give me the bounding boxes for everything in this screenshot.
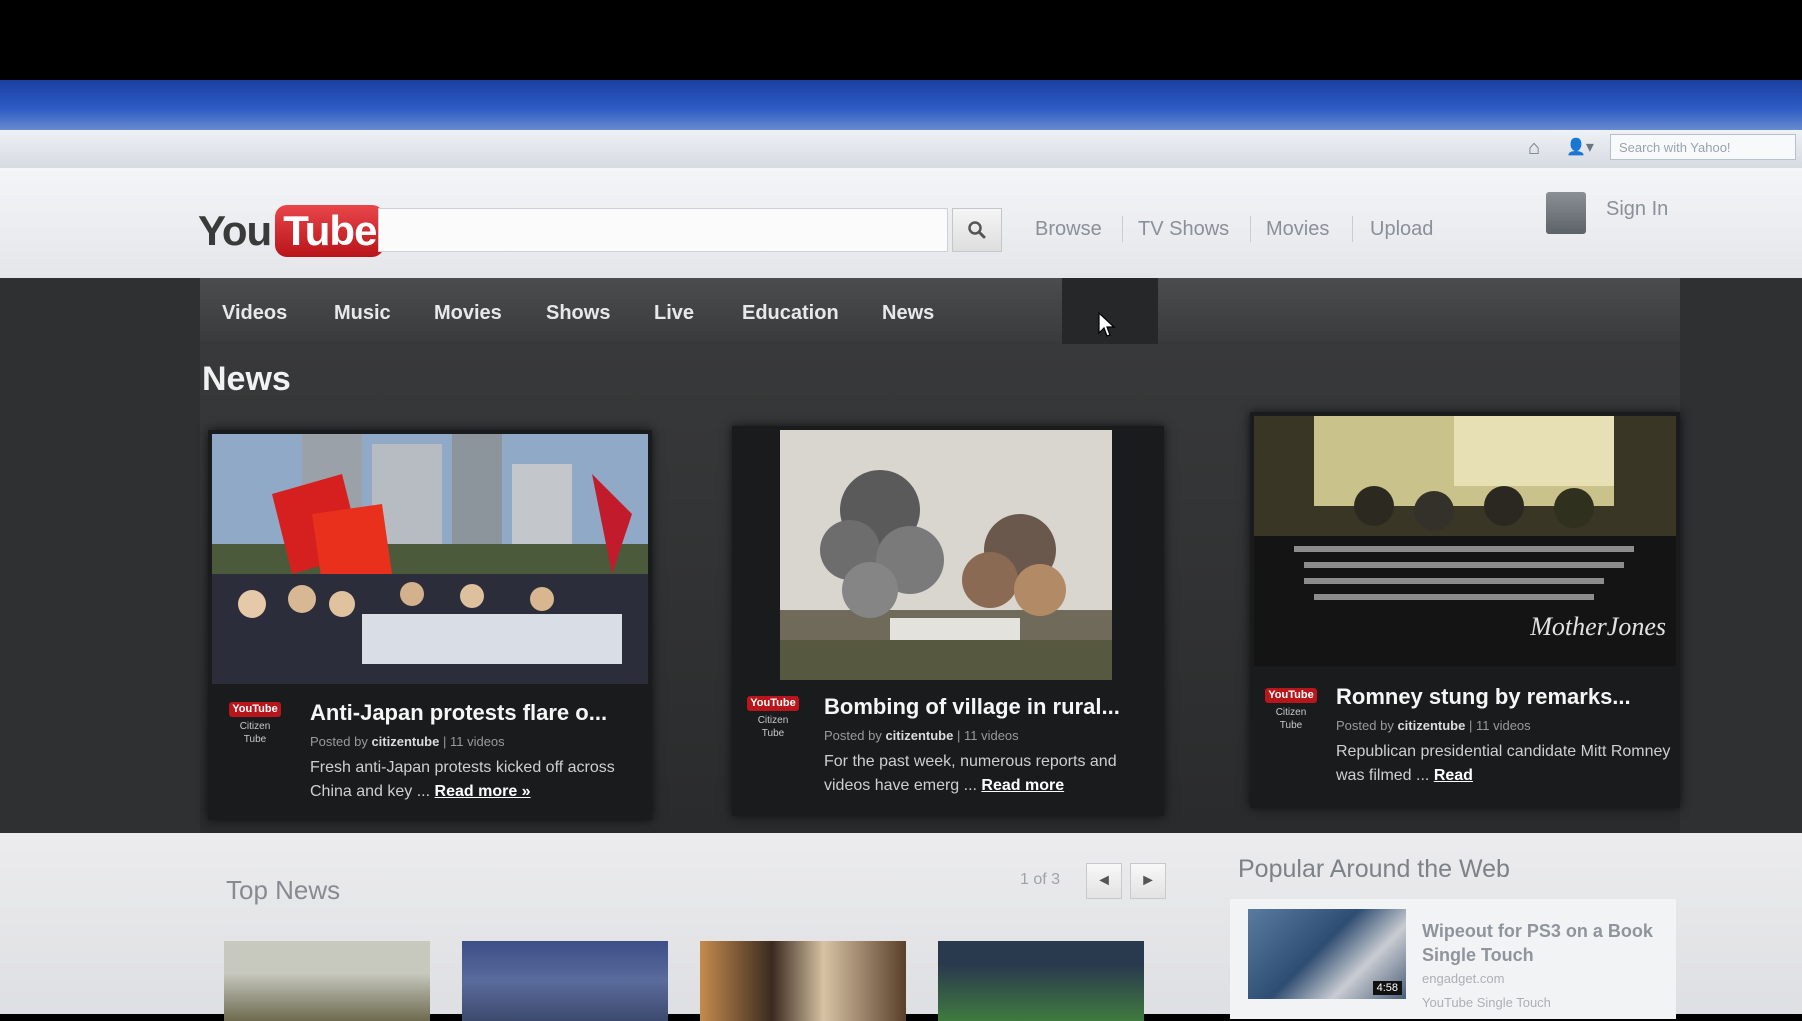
video-thumbnail[interactable]: 4:58 (1248, 909, 1406, 999)
tab-live[interactable]: Live (654, 302, 694, 325)
tab-movies[interactable]: Movies (434, 302, 502, 325)
tab-news[interactable]: News (882, 302, 934, 325)
video-thumbnail[interactable] (938, 941, 1144, 1021)
tab-education[interactable]: Education (742, 302, 839, 325)
screen-bezel-top (0, 0, 1802, 80)
video-title[interactable]: Anti-Japan protests flare o... (310, 700, 607, 726)
video-thumbnail[interactable] (212, 434, 648, 684)
tab-music[interactable]: Music (334, 302, 391, 325)
background-right (1680, 278, 1802, 833)
popular-item-title[interactable]: Wipeout for PS3 on a Book Single Touch (1422, 919, 1662, 967)
movies-link[interactable]: Movies (1266, 218, 1329, 241)
background-left (0, 278, 200, 833)
popular-item[interactable]: 4:58 Wipeout for PS3 on a Book Single To… (1230, 899, 1676, 1019)
read-more-link[interactable]: Read more » (435, 783, 531, 800)
popular-heading: Popular Around the Web (1238, 855, 1510, 883)
mouse-cursor-icon (1098, 312, 1116, 337)
search-input[interactable] (378, 208, 948, 252)
news-card[interactable]: MotherJones YouTube Citizen Tube Romney … (1250, 412, 1680, 808)
channel-link[interactable]: citizentube (885, 728, 953, 743)
video-thumbnail[interactable]: MotherJones (1254, 416, 1676, 666)
video-thumbnail[interactable] (224, 941, 430, 1021)
top-news-heading: Top News (226, 875, 341, 905)
youtube-logo[interactable]: You Tube (198, 204, 385, 258)
news-card[interactable]: YouTube Citizen Tube Anti-Japan protests… (208, 430, 652, 820)
video-thumbnail[interactable] (462, 941, 668, 1021)
browser-search-input[interactable]: Search with Yahoo! (1610, 134, 1796, 160)
user-dropdown-icon[interactable]: 👤▾ (1566, 136, 1606, 160)
duration-badge: 4:58 (1372, 981, 1402, 995)
tv-shows-link[interactable]: TV Shows (1138, 218, 1229, 241)
browser-toolbar: ⌂ 👤▾ Search with Yahoo! (0, 130, 1802, 169)
search-button[interactable] (952, 208, 1002, 252)
youtube-header: You Tube Browse TV Shows Movies Upload S… (0, 168, 1802, 278)
section-title: News (202, 360, 291, 398)
news-card[interactable]: YouTube Citizen Tube Bombing of village … (732, 426, 1164, 816)
video-meta: Posted by citizentube | 11 videos (824, 728, 1019, 743)
channel-logo[interactable]: YouTube Citizen Tube (228, 702, 282, 770)
logo-you-text: You (198, 207, 272, 254)
search-icon (968, 221, 986, 239)
divider (1122, 216, 1123, 242)
video-thumbnail[interactable] (700, 941, 906, 1021)
news-channel-area: Videos Music Movies Shows Live Education… (0, 278, 1802, 833)
top-news-area: Top News 1 of 3 ◄ ► Popular Around the W… (0, 833, 1802, 1021)
avatar[interactable] (1546, 192, 1586, 234)
channel-logo[interactable]: YouTube Citizen Tube (746, 696, 800, 764)
divider (1352, 216, 1353, 242)
channel-link[interactable]: citizentube (371, 734, 439, 749)
logo-tube-text: Tube (275, 205, 385, 257)
explosion-thumbnail-image (780, 430, 1112, 680)
tab-shows[interactable]: Shows (546, 302, 610, 325)
video-meta: Posted by citizentube | 11 videos (310, 734, 505, 749)
video-title[interactable]: Romney stung by remarks... (1336, 684, 1631, 710)
channel-link[interactable]: citizentube (1397, 718, 1465, 733)
video-meta: Posted by citizentube | 11 videos (1336, 718, 1531, 733)
protest-thumbnail-image (212, 434, 648, 684)
window-title-bar (0, 80, 1802, 132)
popular-item-subline: YouTube Single Touch (1422, 995, 1551, 1010)
video-description: Republican presidential candidate Mitt R… (1336, 743, 1671, 784)
sign-in-link[interactable]: Sign In (1606, 198, 1668, 221)
read-more-link[interactable]: Read (1434, 767, 1473, 784)
read-more-link[interactable]: Read more (981, 777, 1064, 794)
popular-item-source: engadget.com (1422, 971, 1505, 986)
pager-text: 1 of 3 (1020, 871, 1061, 888)
next-page-button[interactable]: ► (1130, 863, 1166, 899)
upload-link[interactable]: Upload (1370, 218, 1433, 241)
video-title[interactable]: Bombing of village in rural... (824, 694, 1120, 720)
home-icon[interactable]: ⌂ (1522, 136, 1546, 160)
video-thumbnail[interactable] (780, 430, 1112, 680)
browse-link[interactable]: Browse (1035, 218, 1102, 241)
prev-page-button[interactable]: ◄ (1086, 863, 1122, 899)
motherjones-watermark: MotherJones (1530, 612, 1666, 641)
video-description: For the past week, numerous reports and … (824, 753, 1117, 794)
divider (1250, 216, 1251, 242)
video-description: Fresh anti-Japan protests kicked off acr… (310, 759, 615, 800)
category-nav: Videos Music Movies Shows Live Education… (200, 278, 1680, 344)
channel-logo[interactable]: YouTube Citizen Tube (1264, 688, 1318, 756)
tab-videos[interactable]: Videos (222, 302, 287, 325)
